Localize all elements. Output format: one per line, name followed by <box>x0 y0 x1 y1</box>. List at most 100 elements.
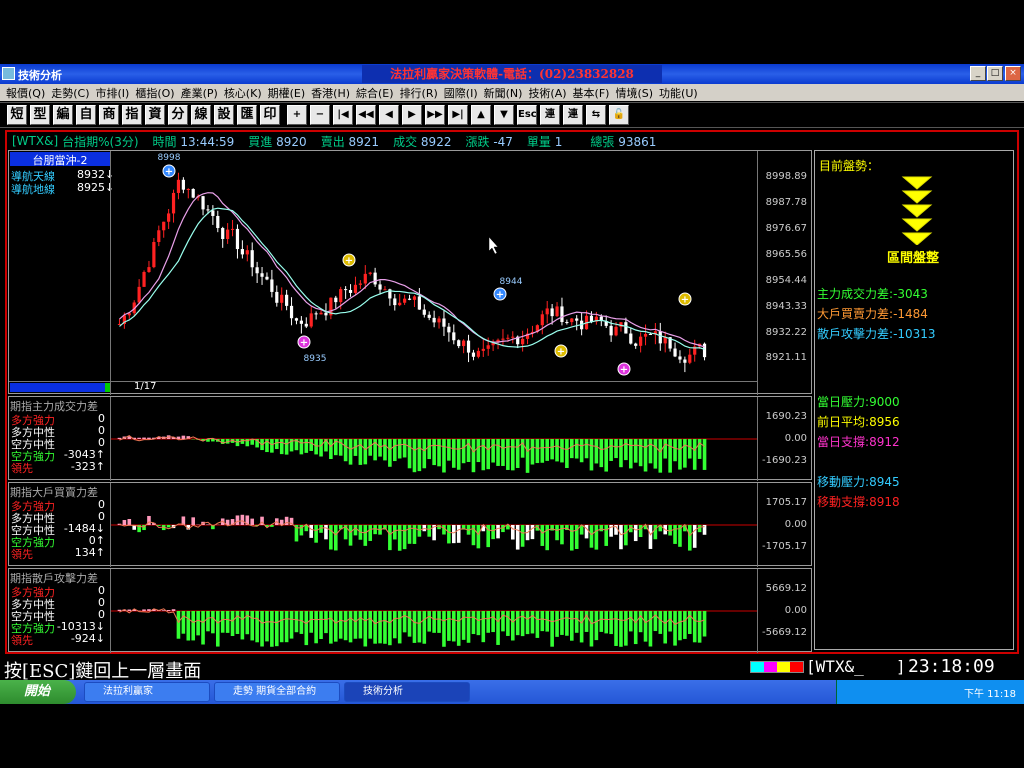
menu-item-1[interactable]: 走勢(C) <box>51 85 89 101</box>
sub-panel-0[interactable]: 期指主力成交力差 多方強力 0 多方中性 0 空方中性 0 空方強力 -3043↑ 領先 -323↑… <box>8 396 812 481</box>
nav-button-10[interactable]: Esc <box>517 105 537 125</box>
force-bar <box>314 525 318 543</box>
menu-item-8[interactable]: 綜合(E) <box>356 85 394 101</box>
force-bar <box>402 525 407 550</box>
toolbar-button-6[interactable]: 資 <box>145 105 165 125</box>
symbol-input[interactable]: [WTX&_ <box>806 657 864 676</box>
force-bar <box>348 611 353 643</box>
toolbar-button-2[interactable]: 編 <box>53 105 73 125</box>
symbol-bracket: ] <box>896 657 906 676</box>
nav-button-0[interactable]: + <box>287 105 307 125</box>
menu-item-5[interactable]: 核心(K) <box>224 85 262 101</box>
toolbar-button-4[interactable]: 商 <box>99 105 119 125</box>
toolbar-button-7[interactable]: 分 <box>168 105 188 125</box>
scroll-bar[interactable] <box>10 383 110 392</box>
force-bar <box>442 439 446 473</box>
low-mark: 8935 <box>304 354 327 364</box>
force-bar <box>584 439 589 459</box>
minimize-button[interactable]: _ <box>970 66 986 81</box>
nav-button-9[interactable]: ▼ <box>494 105 514 125</box>
toolbar-button-9[interactable]: 設 <box>214 105 234 125</box>
candle-body <box>589 315 594 322</box>
force-bar <box>697 439 702 459</box>
force-bar <box>309 525 314 538</box>
force-bar <box>658 611 663 634</box>
signal-marker-icon: + <box>342 253 356 267</box>
price-chart[interactable]: + + + + + + +8998 8935 8944 <box>111 151 757 381</box>
force-bar <box>501 611 505 632</box>
force-bar <box>673 611 677 646</box>
force-bar <box>206 524 210 525</box>
sub-panel-1[interactable]: 期指大戶買賣力差 多方強力 0 多方中性 0 空方中性 -1484↓ 空方強力 0↑ 領先 134↑… <box>8 482 812 567</box>
menu-item-13[interactable]: 基本(F) <box>573 85 610 101</box>
menu-item-12[interactable]: 技術(A) <box>528 85 566 101</box>
force-bar <box>496 525 500 539</box>
menu-item-9[interactable]: 排行(R) <box>400 85 438 101</box>
nav-button-7[interactable]: ▶| <box>448 105 468 125</box>
force-label: 散戶攻擊力差 <box>817 327 890 341</box>
sub-chart[interactable] <box>111 483 757 567</box>
nav-sky-value: 8932↓ <box>77 168 115 181</box>
nav-button-14[interactable]: 🔓 <box>609 105 629 125</box>
force-line: 大戶買賣力差:-1484 <box>817 307 928 321</box>
candle-body <box>142 272 146 287</box>
candle-body <box>226 229 230 239</box>
toolbar-button-0[interactable]: 短 <box>7 105 27 125</box>
scroll-thumb[interactable] <box>105 383 110 392</box>
maximize-button[interactable]: □ <box>987 66 1003 81</box>
nav-button-6[interactable]: ▶▶ <box>425 105 445 125</box>
nav-button-1[interactable]: − <box>310 105 330 125</box>
force-value: -3043 <box>893 287 928 301</box>
sub-chart[interactable] <box>111 397 757 481</box>
menu-item-3[interactable]: 櫃指(O) <box>135 85 174 101</box>
nav-button-12[interactable]: 連 <box>563 105 583 125</box>
force-bar <box>476 439 481 463</box>
menu-item-2[interactable]: 市排(I) <box>96 85 130 101</box>
candle-body <box>471 352 476 357</box>
force-bar <box>481 611 486 643</box>
candle-body <box>162 221 166 231</box>
toolbar-button-11[interactable]: 印 <box>260 105 280 125</box>
start-button[interactable]: 開始 <box>0 680 76 704</box>
menu-item-11[interactable]: 新聞(N) <box>484 85 523 101</box>
menu-item-10[interactable]: 國際(I) <box>444 85 478 101</box>
nav-button-5[interactable]: ▶ <box>402 105 422 125</box>
price-chart-panel[interactable]: 台朋當沖-2 導航天線 8932↓ 導航地線 8925↓ 1/17 + + + + + +… <box>8 150 812 395</box>
force-bar <box>427 525 432 537</box>
menu-item-14[interactable]: 情境(S) <box>615 85 653 101</box>
sub-tick: -1705.17 <box>762 541 807 552</box>
app-icon[interactable] <box>2 67 15 80</box>
nav-button-4[interactable]: ◀ <box>379 105 399 125</box>
task-ferrari-winner[interactable]: 法拉利贏家 <box>84 682 210 702</box>
sub-panel-2[interactable]: 期指散戶攻擊力差 多方強力 0 多方中性 0 空方中性 0 空方強力 -10313↓ 領先 -924… <box>8 568 812 653</box>
candle-body <box>334 297 338 303</box>
nav-button-3[interactable]: ◀◀ <box>356 105 376 125</box>
candle-body <box>206 209 210 211</box>
toolbar-button-10[interactable]: 匯 <box>237 105 257 125</box>
toolbar-button-1[interactable]: 型 <box>30 105 50 125</box>
indicator-title[interactable]: 台朋當沖-2 <box>10 152 110 167</box>
nav-button-8[interactable]: ▲ <box>471 105 491 125</box>
menu-item-4[interactable]: 產業(P) <box>181 85 218 101</box>
task-technical-analysis[interactable]: 技術分析 <box>344 682 470 702</box>
force-bar <box>545 525 550 551</box>
nav-button-2[interactable]: |◀ <box>333 105 353 125</box>
force-bar <box>201 611 205 645</box>
menu-item-0[interactable]: 報價(Q) <box>6 85 45 101</box>
menu-item-15[interactable]: 功能(U) <box>659 85 698 101</box>
close-button[interactable]: × <box>1005 66 1021 81</box>
toolbar-button-8[interactable]: 線 <box>191 105 211 125</box>
menu-item-7[interactable]: 香港(H) <box>311 85 350 101</box>
nav-button-13[interactable]: ⇆ <box>586 105 606 125</box>
force-bar <box>491 525 495 540</box>
sub-chart[interactable] <box>111 569 757 653</box>
task-futures-trend[interactable]: 走勢 期貨全部合約 <box>214 682 340 702</box>
sub-row-label: 領先 <box>11 548 33 561</box>
force-bar <box>624 439 628 461</box>
toolbar-button-5[interactable]: 指 <box>122 105 142 125</box>
force-bar <box>456 439 461 470</box>
time-value: 13:44:59 <box>180 134 235 149</box>
toolbar-button-3[interactable]: 自 <box>76 105 96 125</box>
menu-item-6[interactable]: 期權(E) <box>268 85 306 101</box>
nav-button-11[interactable]: 連 <box>540 105 560 125</box>
